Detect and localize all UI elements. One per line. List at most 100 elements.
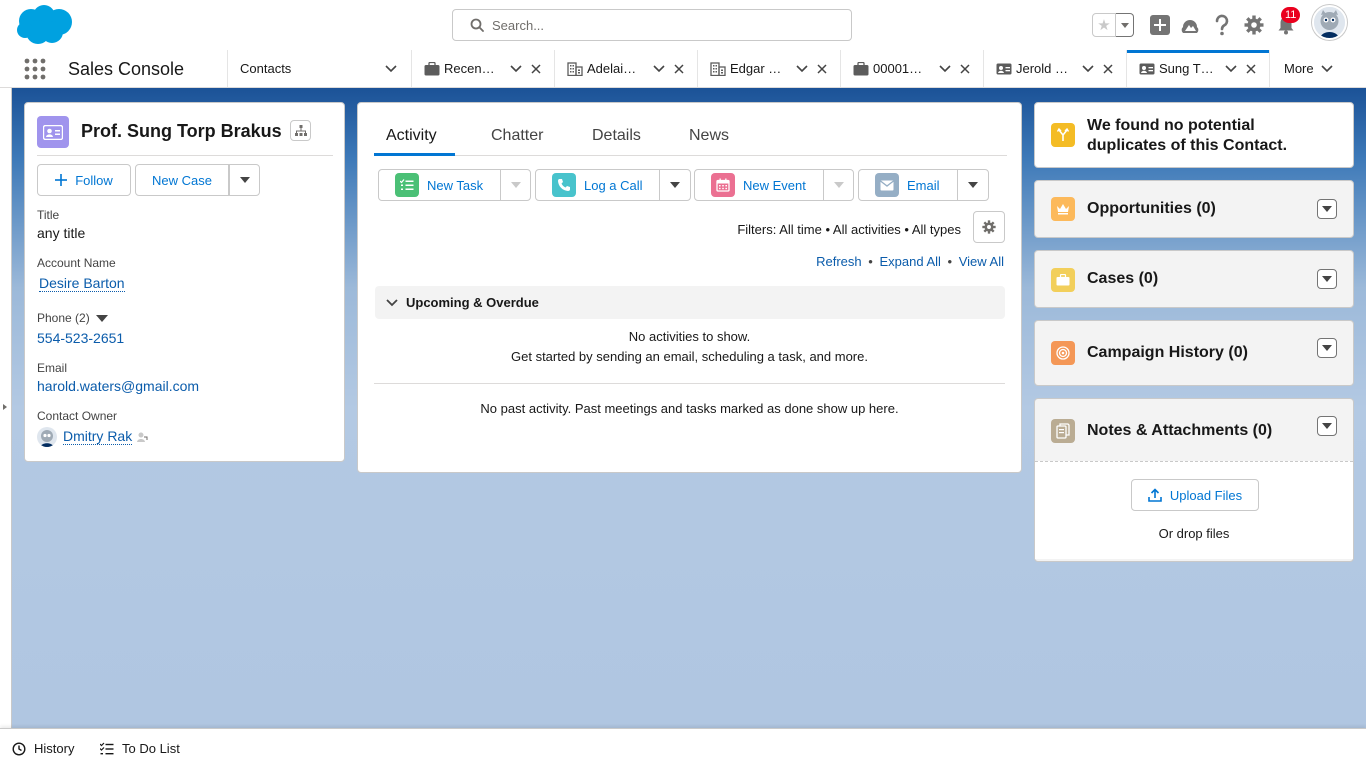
close-icon[interactable] — [814, 61, 830, 77]
campaign-history-title[interactable]: Campaign History (0) — [1087, 344, 1248, 362]
setup-gear-icon[interactable] — [1243, 14, 1265, 36]
account-name-value[interactable]: Desire Barton — [39, 275, 125, 292]
expand-all-link[interactable]: Expand All — [879, 254, 940, 269]
tab-label: Adelai… — [587, 61, 637, 76]
no-activities-text: No activities to show. — [628, 329, 751, 344]
chevron-down-icon[interactable] — [383, 61, 399, 77]
favorites-list-dropdown[interactable] — [1116, 13, 1134, 37]
utility-todo-list-button[interactable]: To Do List — [100, 729, 180, 768]
close-icon[interactable] — [1243, 61, 1259, 77]
caret-down-icon — [834, 182, 844, 188]
global-header: ★ 11 — [0, 0, 1366, 50]
building-icon — [567, 61, 583, 77]
new-task-dropdown[interactable] — [501, 170, 531, 200]
trailhead-icon[interactable] — [1179, 14, 1201, 36]
notes-attachments-title[interactable]: Notes & Attachments (0) — [1087, 422, 1272, 440]
app-launcher-waffle-icon[interactable] — [24, 58, 46, 80]
activity-links-row: Refresh • Expand All • View All — [816, 254, 1004, 269]
upload-icon — [1148, 488, 1162, 502]
upcoming-overdue-label: Upcoming & Overdue — [406, 295, 539, 310]
favorite-star-icon[interactable]: ★ — [1092, 13, 1116, 37]
app-name: Sales Console — [68, 59, 185, 79]
close-icon[interactable] — [671, 61, 687, 77]
nav-item-contacts[interactable]: Contacts — [228, 50, 411, 87]
cases-actions-dropdown[interactable] — [1317, 269, 1337, 289]
tab-chatter[interactable]: Chatter — [491, 127, 543, 145]
workspace-tab-recent[interactable]: Recen… — [412, 50, 554, 87]
chevron-down-icon[interactable] — [1080, 61, 1096, 77]
tab-activity[interactable]: Activity — [386, 127, 437, 145]
merge-icon — [1051, 123, 1075, 147]
email-dropdown[interactable] — [958, 170, 988, 200]
todo-list-label: To Do List — [122, 741, 180, 756]
chevron-down-icon[interactable] — [508, 61, 524, 77]
new-event-action: New Event — [694, 169, 854, 201]
clock-icon — [12, 741, 26, 756]
email-value[interactable]: harold.waters@gmail.com — [37, 378, 199, 394]
task-icon — [395, 173, 419, 197]
follow-button[interactable]: Follow — [37, 164, 131, 196]
split-view-toggle[interactable] — [0, 88, 12, 728]
upcoming-overdue-section-header[interactable]: Upcoming & Overdue — [375, 286, 1005, 319]
file-drop-zone[interactable]: Upload Files Or drop files — [1035, 461, 1353, 559]
opportunities-title[interactable]: Opportunities (0) — [1087, 200, 1216, 218]
filter-settings-gear-icon[interactable] — [973, 211, 1005, 243]
caret-down-icon — [968, 182, 978, 188]
new-event-dropdown[interactable] — [824, 170, 854, 200]
expand-arrow-icon — [3, 404, 7, 410]
opportunities-actions-dropdown[interactable] — [1317, 199, 1337, 219]
global-search-box[interactable] — [452, 9, 852, 41]
account-name-link[interactable]: Desire Barton — [39, 275, 125, 292]
help-icon[interactable] — [1211, 14, 1233, 36]
more-label: More — [1284, 61, 1314, 76]
workspace-tab-jerold[interactable]: Jerold … — [984, 50, 1126, 87]
notes-attachments-actions-dropdown[interactable] — [1317, 416, 1337, 436]
phone-dropdown-caret-icon[interactable] — [96, 315, 109, 323]
utility-history-button[interactable]: History — [12, 729, 74, 768]
close-icon[interactable] — [528, 61, 544, 77]
follow-label: Follow — [75, 172, 113, 188]
log-a-call-dropdown[interactable] — [660, 170, 690, 200]
user-avatar[interactable] — [1312, 5, 1347, 40]
log-a-call-button[interactable]: Log a Call — [536, 170, 659, 200]
phone-label-text: Phone (2) — [37, 311, 90, 325]
workspace-tab-adelai[interactable]: Adelai… — [555, 50, 697, 87]
tab-details[interactable]: Details — [592, 127, 641, 145]
workspace-tab-case[interactable]: 00001… — [841, 50, 983, 87]
more-actions-dropdown[interactable] — [229, 164, 260, 196]
chevron-down-icon[interactable] — [794, 61, 810, 77]
cases-title[interactable]: Cases (0) — [1087, 270, 1158, 288]
tab-news[interactable]: News — [689, 127, 729, 145]
phone-value[interactable]: 554-523-2651 — [37, 330, 124, 346]
chevron-down-icon[interactable] — [1223, 61, 1239, 77]
task-list-icon — [100, 742, 114, 756]
upload-files-button[interactable]: Upload Files — [1131, 479, 1259, 511]
global-search-input[interactable] — [492, 17, 832, 33]
chevron-down-icon[interactable] — [651, 61, 667, 77]
hierarchy-icon[interactable] — [290, 120, 311, 141]
contact-owner-link[interactable]: Dmitry Rak — [63, 428, 133, 445]
new-event-button[interactable]: New Event — [695, 170, 823, 200]
get-started-text: Get started by sending an email, schedul… — [511, 349, 868, 364]
global-actions-plus-icon[interactable] — [1149, 14, 1171, 36]
change-owner-icon[interactable] — [136, 431, 148, 443]
refresh-link[interactable]: Refresh — [816, 254, 862, 269]
new-case-button[interactable]: New Case — [135, 164, 229, 196]
workspace-tab-sung-active[interactable]: Sung T… — [1127, 50, 1269, 87]
workspace-tab-edgar[interactable]: Edgar … — [698, 50, 840, 87]
log-a-call-action: Log a Call — [535, 169, 691, 201]
close-icon[interactable] — [1100, 61, 1116, 77]
more-tabs-menu[interactable]: More — [1284, 50, 1354, 87]
new-task-button[interactable]: New Task — [379, 170, 500, 200]
close-icon[interactable] — [957, 61, 973, 77]
tab-label: Recen… — [444, 61, 495, 76]
campaign-history-related-list: Campaign History (0) — [1034, 320, 1354, 386]
email-button[interactable]: Email — [859, 170, 957, 200]
campaign-history-actions-dropdown[interactable] — [1317, 338, 1337, 358]
chevron-down-icon[interactable] — [937, 61, 953, 77]
contact-owner-value[interactable]: Dmitry Rak — [63, 428, 133, 445]
search-icon — [470, 18, 484, 32]
notification-count-badge: 11 — [1281, 7, 1301, 23]
salesforce-logo[interactable] — [16, 4, 74, 46]
view-all-link[interactable]: View All — [959, 254, 1004, 269]
